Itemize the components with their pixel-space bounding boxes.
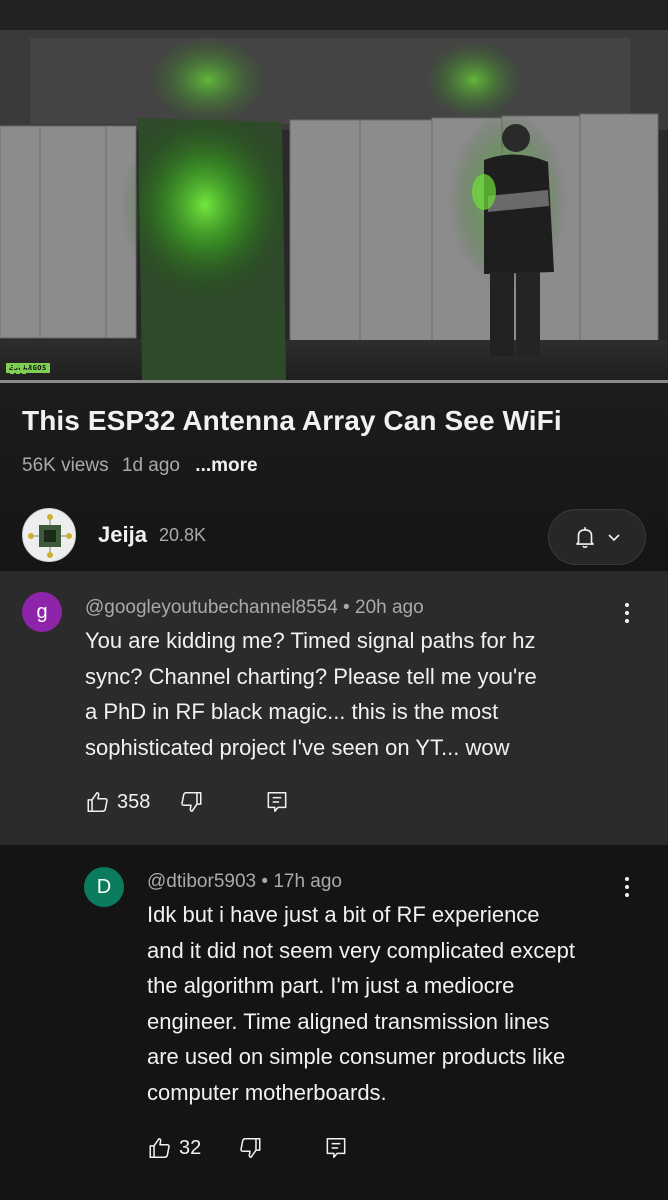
channel-row[interactable]: Jeija 20.8K bbox=[22, 507, 206, 563]
video-meta[interactable]: 56K views 1d ago ...more bbox=[22, 455, 266, 477]
comment-header: @googleyoutubechannel8554 • 20h ago bbox=[85, 597, 424, 619]
comment-line: You are kidding me? Timed signal paths f… bbox=[85, 628, 536, 653]
comment-line: sophisticated project I've seen on YT...… bbox=[85, 734, 510, 760]
video-title[interactable]: This ESP32 Antenna Array Can See WiFi bbox=[22, 405, 562, 437]
comment-line: computer motherboards. bbox=[147, 1079, 387, 1105]
comment-author[interactable]: @dtibor5903 bbox=[147, 871, 256, 892]
comment-line: Idk but i have just a bit of RF experien… bbox=[147, 902, 540, 927]
comment-line: sync? Channel charting? Please tell me y… bbox=[85, 663, 537, 689]
separator-dot: • bbox=[256, 871, 274, 892]
more-options-icon[interactable] bbox=[617, 596, 637, 630]
comment-time: 20h ago bbox=[355, 597, 424, 618]
upload-age: 1d ago bbox=[121, 455, 181, 476]
channel-name[interactable]: Jeija bbox=[98, 522, 147, 548]
notification-bell-button[interactable] bbox=[548, 509, 646, 565]
comment-line: the algorithm part. I'm just a mediocre bbox=[147, 973, 515, 998]
comment-header: @dtibor5903 • 17h ago bbox=[147, 871, 342, 893]
thumbs-down-icon bbox=[181, 792, 202, 812]
comment-line: a PhD in RF black magic... this is the m… bbox=[85, 699, 499, 724]
reply-icon bbox=[267, 792, 287, 812]
video-frame bbox=[0, 0, 668, 383]
like-count: 32 bbox=[179, 1136, 202, 1159]
comment-actions: 358 bbox=[85, 789, 290, 815]
comment-text: Idk but i have just a bit of RF experien… bbox=[147, 897, 575, 1110]
dislike-button[interactable] bbox=[178, 789, 204, 815]
like-button[interactable]: 358 bbox=[85, 789, 150, 815]
bell-icon bbox=[576, 527, 594, 549]
reply-icon bbox=[326, 1138, 346, 1158]
video-info: This ESP32 Antenna Array Can See WiFi 56… bbox=[0, 383, 668, 571]
comment-reply: D @dtibor5903 • 17h ago Idk but i have j… bbox=[0, 845, 668, 1200]
separator-dot: • bbox=[337, 597, 355, 618]
commenter-avatar[interactable]: D bbox=[84, 867, 124, 907]
view-count: 56K views bbox=[22, 455, 109, 476]
reply-button[interactable] bbox=[323, 1135, 349, 1161]
channel-watermark: ESPARGOS bbox=[6, 363, 50, 374]
like-count: 358 bbox=[117, 790, 151, 813]
thumbs-up-icon bbox=[149, 1138, 170, 1158]
more-link[interactable]: ...more bbox=[195, 455, 257, 476]
comment-time: 17h ago bbox=[273, 871, 342, 892]
video-player[interactable]: ESPARGOS bbox=[0, 0, 668, 383]
comment-actions: 32 bbox=[147, 1135, 349, 1161]
thumbs-down-icon bbox=[240, 1138, 261, 1158]
comment-line: engineer. Time aligned transmission line… bbox=[147, 1008, 550, 1034]
subscriber-count: 20.8K bbox=[158, 524, 206, 545]
comment-line: and it did not seem very complicated exc… bbox=[147, 937, 576, 963]
more-options-icon[interactable] bbox=[617, 870, 637, 904]
comment-line: are used on simple consumer products lik… bbox=[147, 1044, 566, 1069]
thumbs-up-icon bbox=[87, 792, 108, 812]
like-button[interactable]: 32 bbox=[147, 1135, 201, 1161]
comment: g @googleyoutubechannel8554 • 20h ago Yo… bbox=[0, 571, 668, 845]
comment-author[interactable]: @googleyoutubechannel8554 bbox=[85, 597, 338, 618]
dislike-button[interactable] bbox=[237, 1135, 263, 1161]
reply-button[interactable] bbox=[264, 789, 290, 815]
chevron-down-icon bbox=[608, 534, 620, 542]
antenna-grid-icon bbox=[7, 364, 29, 374]
comment-text: You are kidding me? Timed signal paths f… bbox=[85, 623, 537, 765]
circuit-board-icon bbox=[28, 514, 72, 558]
channel-avatar[interactable] bbox=[22, 508, 76, 562]
commenter-avatar[interactable]: g bbox=[22, 592, 62, 632]
